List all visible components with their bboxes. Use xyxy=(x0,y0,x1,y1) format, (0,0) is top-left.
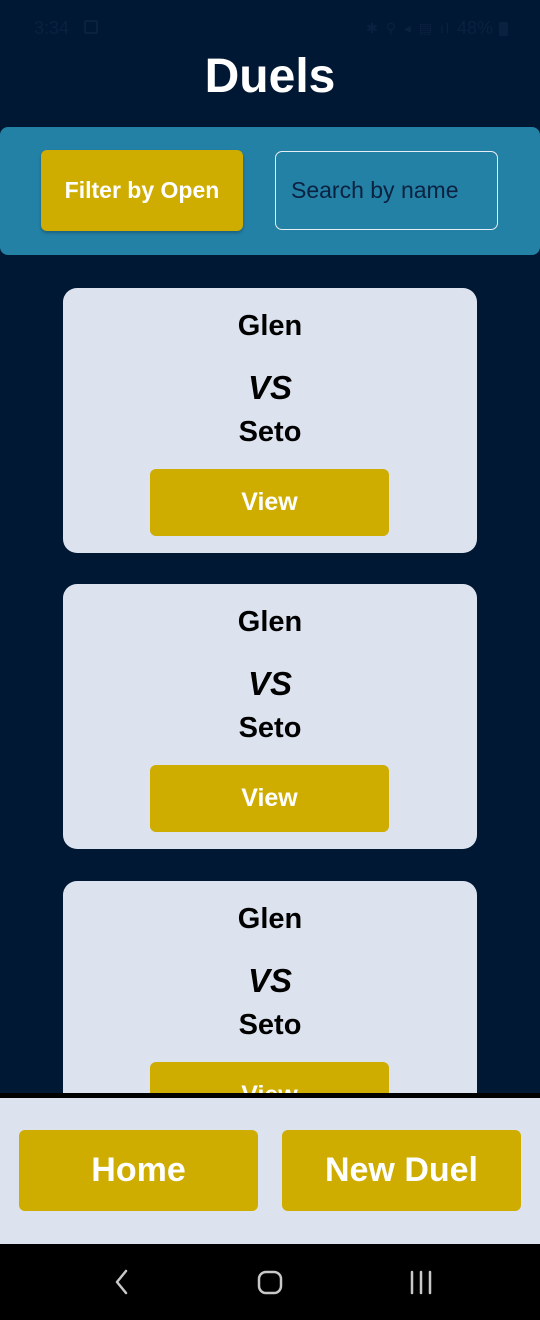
new-duel-button[interactable]: New Duel xyxy=(282,1130,521,1211)
status-time: 3:34 xyxy=(34,18,70,38)
status-indicators: ✱ ⚲ ◂ ▤ ıl 48% xyxy=(366,18,508,39)
filter-bar: Filter by Open xyxy=(0,127,540,255)
player-one-name: Glen xyxy=(237,310,303,342)
vs-label: VS xyxy=(247,665,293,702)
player-two-name: Seto xyxy=(238,1009,302,1041)
view-button[interactable]: View xyxy=(150,1062,389,1093)
battery-percent: 48% xyxy=(456,18,493,38)
search-input[interactable] xyxy=(275,151,498,230)
player-one-name: Glen xyxy=(237,606,303,638)
home-button[interactable]: Home xyxy=(19,1130,258,1211)
system-nav-bar xyxy=(0,1244,540,1320)
view-button[interactable]: View xyxy=(150,469,389,536)
duel-card: Glen VS Seto View xyxy=(63,288,477,553)
player-two-name: Seto xyxy=(238,712,302,744)
view-button[interactable]: View xyxy=(150,765,389,832)
vs-label: VS xyxy=(247,962,293,999)
duel-card: Glen VS Seto View xyxy=(63,881,477,1093)
battery-icon xyxy=(499,21,508,36)
filter-by-open-button[interactable]: Filter by Open xyxy=(41,150,243,231)
image-icon xyxy=(84,20,98,34)
bottom-nav-bar: Home New Duel xyxy=(0,1093,540,1244)
page-title: Duels xyxy=(204,50,336,103)
duel-card: Glen VS Seto View xyxy=(63,584,477,849)
vs-label: VS xyxy=(247,369,293,406)
status-icons: ✱ ⚲ ◂ ▤ ıl xyxy=(366,20,451,36)
back-icon[interactable] xyxy=(106,1244,136,1320)
home-circle-icon[interactable] xyxy=(255,1244,285,1320)
recents-icon[interactable] xyxy=(406,1244,436,1320)
player-one-name: Glen xyxy=(237,903,303,935)
duel-list[interactable]: Glen VS Seto View Glen VS Seto View Glen… xyxy=(0,255,540,1093)
player-two-name: Seto xyxy=(238,416,302,448)
